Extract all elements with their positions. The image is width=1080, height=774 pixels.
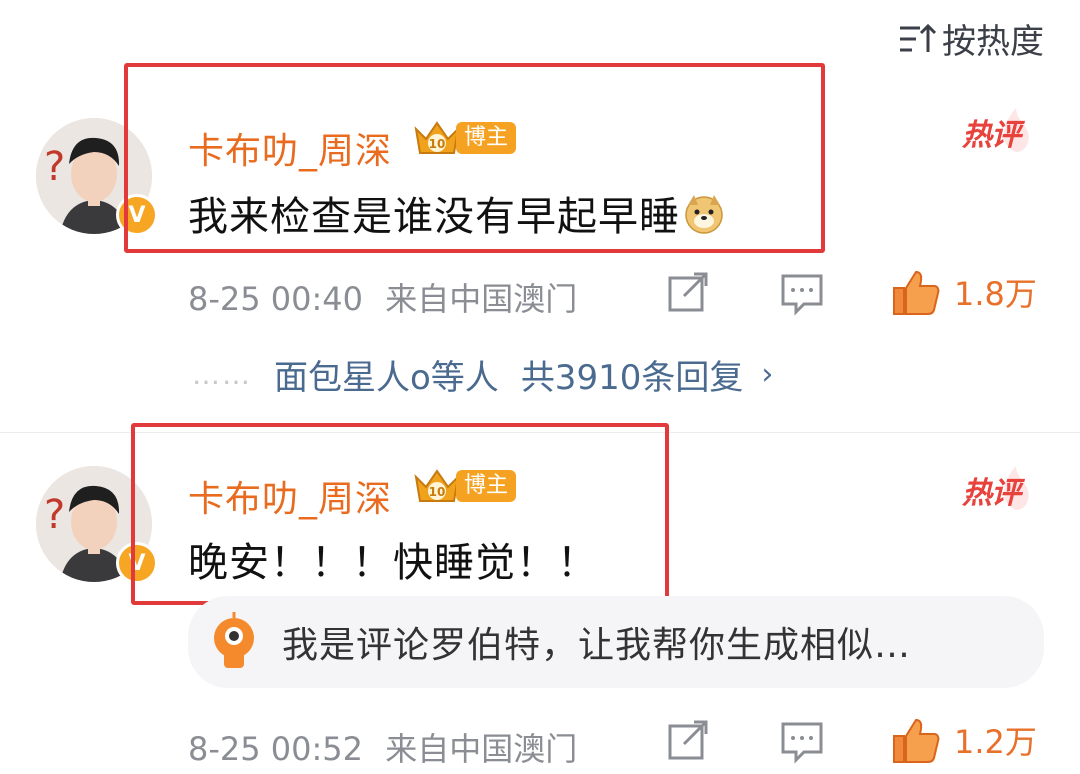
replies-dots: …… — [192, 358, 252, 391]
like-button[interactable]: 1.2万 — [892, 716, 1037, 764]
thumbs-up-icon — [893, 718, 940, 763]
robot-avatar-icon — [214, 612, 254, 668]
username[interactable]: 卡布叻_周深 — [188, 470, 392, 522]
doge-emoji-icon — [685, 195, 723, 234]
hot-label: 热评 — [962, 118, 1021, 153]
comment-text: 晚安！！！快睡觉！！ — [188, 540, 598, 586]
level-number: 10 — [429, 485, 446, 499]
hot-label: 热评 — [962, 476, 1021, 511]
svg-text:?: ? — [44, 144, 65, 190]
sort-icon — [900, 23, 936, 52]
hot-comment-tag: 热评 — [962, 466, 1029, 512]
replies-count: 共3910条回复 — [520, 358, 744, 398]
comment-meta: 8-25 00:40 来自中国澳门 — [188, 274, 577, 320]
like-button[interactable]: 1.8万 — [892, 268, 1037, 316]
crown-level-icon: 10 — [414, 469, 460, 502]
hot-comment-tag: 热评 — [962, 108, 1029, 154]
replies-users: 面包星人o等人 — [274, 358, 499, 398]
blogger-badge: 10 博主 — [412, 120, 517, 156]
sort-by-heat-button[interactable]: 按热度 — [898, 14, 1044, 63]
timestamp: 8-25 00:40 — [188, 280, 364, 318]
like-count: 1.8万 — [954, 275, 1037, 313]
ai-prompt-text: 我是评论罗伯特，让我帮你生成相似… — [282, 625, 912, 666]
share-icon[interactable] — [666, 720, 710, 764]
crown-level-icon: 10 — [414, 121, 460, 154]
location: 来自中国澳门 — [385, 280, 578, 318]
comment-icon[interactable] — [780, 720, 824, 764]
chevron-right-icon: › — [761, 357, 774, 392]
comment-meta: 8-25 00:52 来自中国澳门 — [188, 724, 577, 770]
like-count: 1.2万 — [954, 723, 1037, 761]
sort-label: 按热度 — [942, 22, 1044, 62]
timestamp: 8-25 00:52 — [188, 730, 364, 768]
svg-text:?: ? — [44, 492, 65, 538]
comment-body: 我来检查是谁没有早起早睡 — [188, 194, 680, 240]
blogger-tag: 博主 — [456, 470, 517, 502]
comment-text: 我来检查是谁没有早起早睡 — [188, 184, 726, 242]
replies-link[interactable]: …… 面包星人o等人 共3910条回复 › — [192, 350, 773, 399]
username[interactable]: 卡布叻_周深 — [188, 122, 392, 174]
comment-icon[interactable] — [780, 272, 824, 316]
ai-reply-suggestion[interactable]: 我是评论罗伯特，让我帮你生成相似… — [188, 596, 1044, 688]
blogger-badge: 10 博主 — [412, 468, 517, 504]
share-icon[interactable] — [666, 272, 710, 316]
location: 来自中国澳门 — [385, 730, 578, 768]
thumbs-up-icon — [893, 270, 940, 315]
blogger-tag: 博主 — [456, 122, 517, 154]
level-number: 10 — [429, 137, 446, 151]
